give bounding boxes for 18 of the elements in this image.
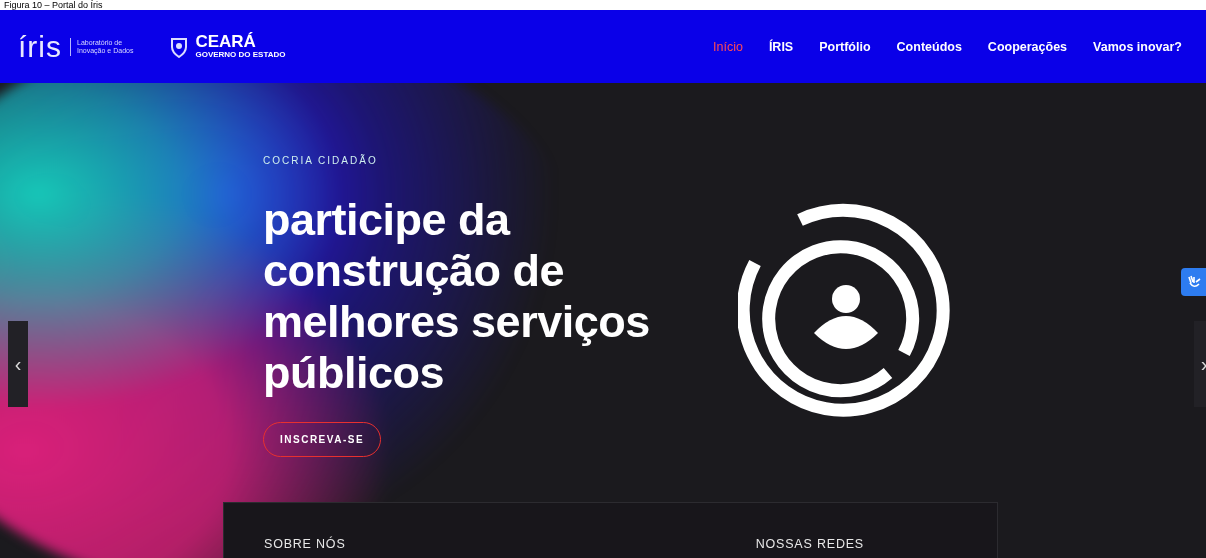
nav-link[interactable]: ÍRIS bbox=[768, 39, 794, 54]
previous-slide-button[interactable]: ‹ bbox=[8, 321, 28, 407]
sign-language-button[interactable] bbox=[1181, 268, 1206, 296]
hero-eyebrow: COCRIA CIDADÃO bbox=[263, 155, 378, 166]
next-slide-button[interactable]: › bbox=[1194, 321, 1206, 407]
nav-link[interactable]: Cooperações bbox=[987, 39, 1068, 54]
partner-subtitle: GOVERNO DO ESTADO bbox=[195, 50, 286, 60]
section-heading: SOBRE NÓS bbox=[264, 537, 346, 553]
hero-title: participe da construção de melhores serviços públicos bbox=[263, 194, 650, 398]
nav-link[interactable]: Vamos inovar? bbox=[1093, 39, 1182, 54]
partner-logo-text: CEARÁ bbox=[195, 33, 257, 50]
nav-link[interactable]: Conteúdos bbox=[896, 39, 962, 54]
site-logo[interactable]: íris bbox=[18, 31, 62, 62]
coat-of-arms-icon bbox=[169, 35, 190, 58]
nav-link[interactable]: Portfólio bbox=[819, 39, 871, 54]
section-heading: NOSSAS REDES bbox=[755, 537, 864, 553]
hands-icon bbox=[1185, 274, 1202, 290]
figure-caption: Figura 10 – Portal do Íris bbox=[3, 0, 104, 10]
